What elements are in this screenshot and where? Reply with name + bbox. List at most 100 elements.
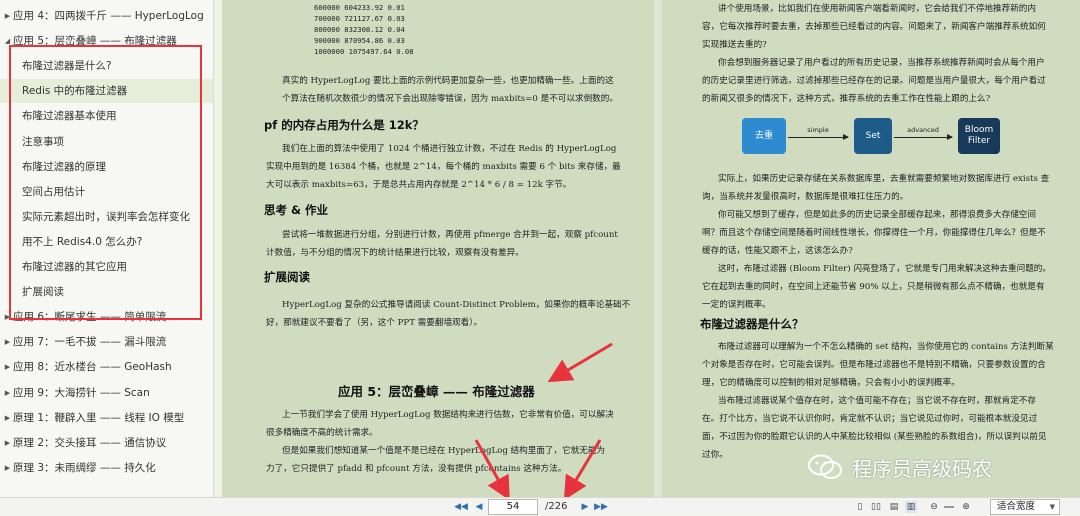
toc-label: 应用 9：大海捞针 —— Scan xyxy=(13,386,150,399)
toc-chapter[interactable]: ▶ 应用 7：一毛不拔 —— 漏斗限流 xyxy=(0,330,213,354)
zoom-in-button[interactable]: ⊕ xyxy=(960,501,972,513)
code-line: 900000 870954.86 0.03 xyxy=(314,36,405,45)
toc-label: 布隆过滤器的其它应用 xyxy=(22,261,127,273)
toc-label: 扩展阅读 xyxy=(22,286,64,299)
text-line: 好，那就建议不要看了（另，这个 PPT 需要翻墙观看）。 xyxy=(266,318,483,328)
toc-subitem[interactable]: 实际元素超出时，误判率会怎样变化 xyxy=(0,205,213,229)
text-line: 缓存的话，性能又跟不上，这该怎么办? xyxy=(702,246,853,256)
last-page-button[interactable]: ▶▶ xyxy=(592,501,610,514)
diagram-arrow-label: advanced xyxy=(907,126,939,134)
text-line: 布隆过滤器可以理解为一个不怎么精确的 set 结构，当你使用它的 contain… xyxy=(718,342,1054,352)
text-line: 的新闻又很多的情况下，这种方式，推荐系统的去重工作在性能上跟的上么? xyxy=(702,94,991,104)
text-line: 实现中用到的是 16384 个桶，也就是 2^14，每个桶的 maxbits 需… xyxy=(266,162,621,172)
paragraph: 我们在上面的算法中使用了 1024 个桶进行独立计数，不过在 Redis 的 H… xyxy=(266,140,621,194)
toc-label: 用不上 Redis4.0 怎么办? xyxy=(22,235,143,248)
toc-chapter[interactable]: ▶ 应用 8：近水楼台 —— GeoHash xyxy=(0,355,213,379)
watermark-text: 程序员高级码农 xyxy=(852,456,992,481)
text-line: 理，它的精确度可以控制的相对足够精确，只会有小小的误判概率。 xyxy=(702,378,960,388)
first-page-button[interactable]: ◀◀ xyxy=(452,501,470,514)
zoom-slider[interactable] xyxy=(944,506,954,508)
toc-chapter[interactable]: ▶ 原理 2：交头接耳 —— 通信协议 xyxy=(0,431,213,455)
toc-subitem[interactable]: 空间占用估计 xyxy=(0,180,213,204)
toc-label: 应用 4：四两拨千斤 —— HyperLogLog xyxy=(13,10,204,22)
text-line: 它在起到去重的同时，在空间上还能节省 90% 以上，只是稍微有那么点不精确，也就… xyxy=(702,282,1045,292)
toc-chapter[interactable]: ▶ 应用 9：大海捞针 —— Scan xyxy=(0,381,213,405)
paragraph: 尝试将一堆数据进行分组，分别进行计数，再使用 pfmerge 合并到一起，观察 … xyxy=(266,226,618,262)
toc-chapter[interactable]: ▶ 原理 3：未雨绸缪 —— 持久化 xyxy=(0,456,213,480)
toc-label: 原理 3：未雨绸缪 —— 持久化 xyxy=(13,461,156,474)
zoom-select[interactable]: 适合宽度 ▼ xyxy=(990,499,1060,515)
code-line: 1000000 1075497.64 0.08 xyxy=(314,47,414,56)
expand-arrow-icon[interactable]: ▶ xyxy=(3,456,12,480)
wechat-icon xyxy=(808,454,842,479)
toc-subitem[interactable]: 布隆过滤器的原理 xyxy=(0,155,213,179)
code-line: 600000 604233.92 0.01 xyxy=(314,3,405,12)
bottom-toolbar: ◀◀ ◀ 54 /226 ▶ ▶▶ ▯ ▯▯ ▤ ▥ ⊖ ⊕ 适合宽度 ▼ xyxy=(0,497,1080,516)
page-number-input[interactable]: 54 xyxy=(488,499,538,515)
text-line: 计数值，与不分组的情况下的统计结果进行比较，观察有没有差异。 xyxy=(266,248,524,258)
expand-arrow-icon[interactable]: ▶ xyxy=(3,406,12,430)
paragraph: 真实的 HyperLogLog 要比上面的示例代码更加复杂一些，也更加精确一些。… xyxy=(282,72,618,108)
text-line: 啊？而且这个存储空间是随着时间线性增长，你撑得住一个月，你能撑得住几年么？但是不 xyxy=(702,228,1046,238)
toc-label: 应用 5：层峦叠嶂 —— 布隆过滤器 xyxy=(13,35,177,48)
diagram-box-set: Set xyxy=(854,118,892,154)
toc-label: 应用 8：近水楼台 —— GeoHash xyxy=(13,361,172,374)
text-line: 尝试将一堆数据进行分组，分别进行计数，再使用 pfmerge 合并到一起，观察 … xyxy=(282,230,618,240)
prev-page-button[interactable]: ◀ xyxy=(472,501,486,514)
toc-subitem[interactable]: 布隆过滤器的其它应用 xyxy=(0,255,213,279)
single-page-icon[interactable]: ▯ xyxy=(854,501,866,513)
text-line: HyperLogLog 复杂的公式推导请阅读 Count-Distinct Pr… xyxy=(282,300,631,310)
expand-arrow-icon[interactable]: ▶ xyxy=(3,4,12,28)
paragraph: 实际上，如果历史记录存储在关系数据库里，去重就需要频繁地对数据库进行 exist… xyxy=(702,170,1051,314)
section-heading: 思考 & 作业 xyxy=(264,203,329,217)
toc-subitem[interactable]: 布隆过滤器基本使用 xyxy=(0,104,213,128)
collapse-arrow-icon[interactable]: ◢ xyxy=(3,29,12,53)
chapter-title: 应用 5：层峦叠嶂 —— 布隆过滤器 xyxy=(338,384,535,399)
expand-arrow-icon[interactable]: ▶ xyxy=(3,431,12,455)
text-line: 实现推送去重的? xyxy=(702,40,767,50)
toc-subitem[interactable]: Redis 中的布隆过滤器 xyxy=(0,79,213,104)
text-line: 面，不过因为你的脸跟它认识的人中某脸比较相似 (某些熟脸的系数组合)，所以误判以… xyxy=(702,432,1047,442)
expand-arrow-icon[interactable]: ▶ xyxy=(3,330,12,354)
book-view-icon[interactable]: ▥ xyxy=(905,501,917,513)
paragraph: 布隆过滤器可以理解为一个不怎么精确的 set 结构，当你使用它的 contain… xyxy=(702,338,1054,464)
text-line: 力了，它只提供了 pfadd 和 pfcount 方法，没有提供 pfconta… xyxy=(266,464,567,474)
code-line: 800000 832308.12 0.04 xyxy=(314,25,405,34)
toc-label: 注意事项 xyxy=(22,135,64,148)
toc-chapter[interactable]: ▶ 应用 4：四两拨千斤 —— HyperLogLog xyxy=(0,4,213,28)
double-page-icon[interactable]: ▯▯ xyxy=(870,501,882,513)
section-heading: 布隆过滤器是什么？ xyxy=(700,317,804,331)
toc-subitem[interactable]: 用不上 Redis4.0 怎么办? xyxy=(0,230,213,254)
toc-chapter[interactable]: ▶ 原理 1：鞭辟入里 —— 线程 IO 模型 xyxy=(0,406,213,430)
text-line: 在。打个比方，当它说不认识你时，肯定就不认识；当它说见过你时，可能根本就没见过 xyxy=(702,414,1038,424)
text-line: 容，它每次推荐时要去重，去掉那些已经看过的内容。问题来了，新闻客户端推荐系统如何 xyxy=(702,22,1046,32)
text-line: 询，当系统并发量很高时，数据库是很难扛住压力的。 xyxy=(702,192,909,202)
text-line: 我们在上面的算法中使用了 1024 个桶进行独立计数，不过在 Redis 的 H… xyxy=(282,144,617,154)
text-line: 当布隆过滤器说某个值存在时，这个值可能不存在；当它说不存在时，那就肯定不存 xyxy=(718,396,1036,406)
toc-chapter[interactable]: ◢ 应用 5：层峦叠嶂 —— 布隆过滤器 xyxy=(0,29,213,53)
next-page-button[interactable]: ▶ xyxy=(578,501,592,514)
toc-subitem[interactable]: 布隆过滤器是什么? xyxy=(0,54,213,78)
toc-label: 布隆过滤器的原理 xyxy=(22,160,106,173)
continuous-page-icon[interactable]: ▤ xyxy=(888,501,900,513)
expand-arrow-icon[interactable]: ▶ xyxy=(3,305,12,329)
toc-chapter[interactable]: ▶ 应用 6：断尾求生 —— 简单限流 xyxy=(0,305,213,329)
paragraph: 上一节我们学会了使用 HyperLogLog 数据结构来进行估数，它非常有价值，… xyxy=(266,406,614,478)
toc-label: 原理 1：鞭辟入里 —— 线程 IO 模型 xyxy=(13,411,185,424)
expand-arrow-icon[interactable]: ▶ xyxy=(3,381,12,405)
text-line: 这时，布隆过滤器 (Bloom Filter) 闪亮登场了，它就是专门用来解决这… xyxy=(718,264,1051,274)
page-gutter xyxy=(654,0,662,497)
toc-label: 布隆过滤器是什么? xyxy=(22,60,112,73)
expand-arrow-icon[interactable]: ▶ xyxy=(3,355,12,379)
diagram-box-dedup: 去重 xyxy=(742,118,786,154)
toc-label: 实际元素超出时，误判率会怎样变化 xyxy=(22,210,190,223)
text-line: 上一节我们学会了使用 HyperLogLog 数据结构来进行估数，它非常有价值，… xyxy=(282,410,614,420)
text-line: 讲个使用场景，比如我们在使用新闻客户端看新闻时，它会给我们不停地推荐新的内 xyxy=(718,4,1036,14)
toc-label: 空间占用估计 xyxy=(22,185,85,198)
text-line: 大可以表示 maxbits=63，于是总共占用内存就是 2^14 * 6 / 8… xyxy=(266,180,572,190)
diagram-arrow xyxy=(788,134,849,140)
zoom-out-button[interactable]: ⊖ xyxy=(928,501,940,513)
toc-subitem[interactable]: 扩展阅读 xyxy=(0,280,213,304)
toc-subitem[interactable]: 注意事项 xyxy=(0,130,213,154)
toc-label: 应用 7：一毛不拔 —— 漏斗限流 xyxy=(13,336,167,349)
